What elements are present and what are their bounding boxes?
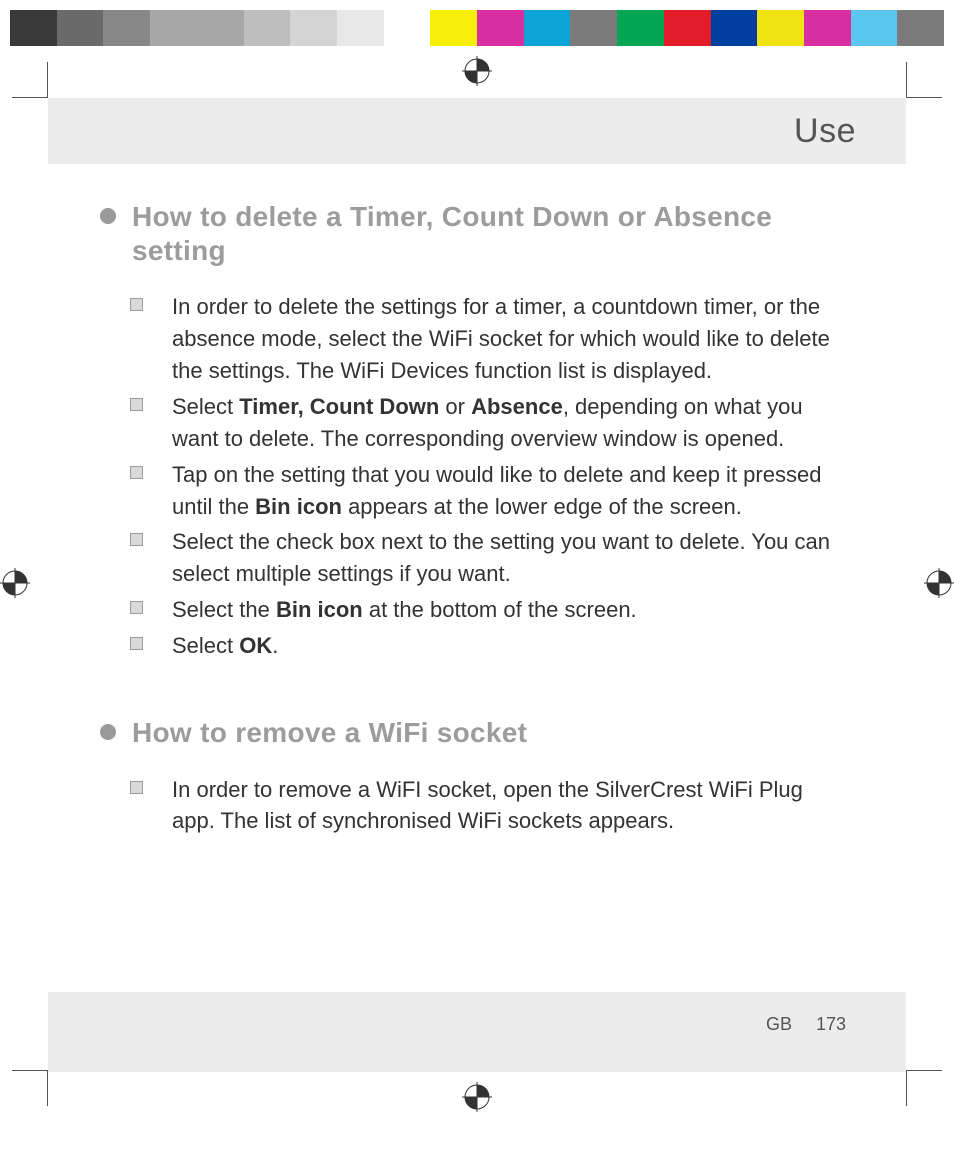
list-item: Select the check box next to the setting… — [130, 526, 846, 590]
registration-mark-right — [924, 568, 954, 598]
color-swatch — [10, 10, 57, 46]
color-swatch — [150, 10, 197, 46]
color-swatch — [430, 10, 477, 46]
step-text: Select OK. — [172, 633, 278, 658]
step-text: Select the Bin icon at the bottom of the… — [172, 597, 637, 622]
page-content: Use How to delete a Timer, Count Down or… — [48, 98, 906, 1072]
page-body: How to delete a Timer, Count Down or Abs… — [48, 164, 906, 837]
step-text: In order to delete the settings for a ti… — [172, 294, 830, 383]
color-swatch — [477, 10, 524, 46]
section-heading-2: How to remove a WiFi socket — [100, 716, 846, 750]
list-item: Select Timer, Count Down or Absence, dep… — [130, 391, 846, 455]
bullet-dot-icon — [100, 208, 116, 224]
color-swatch — [290, 10, 337, 46]
step-list-1: In order to delete the settings for a ti… — [130, 291, 846, 662]
color-swatch — [384, 10, 431, 46]
step-text: In order to remove a WiFI socket, open t… — [172, 777, 803, 834]
page-footer: GB 173 — [48, 992, 906, 1072]
color-swatch — [897, 10, 944, 46]
color-swatch — [757, 10, 804, 46]
color-swatch — [664, 10, 711, 46]
registration-mark-bottom — [462, 1082, 492, 1112]
section-title: How to remove a WiFi socket — [132, 716, 527, 750]
list-item: Select OK. — [130, 630, 846, 662]
footer-lang: GB — [766, 1014, 792, 1035]
crop-mark-bottom-right — [906, 1070, 942, 1106]
square-bullet-icon — [130, 781, 143, 794]
registration-mark-left — [0, 568, 30, 598]
section-heading-1: How to delete a Timer, Count Down or Abs… — [100, 200, 846, 267]
color-swatch — [244, 10, 291, 46]
section-title: How to delete a Timer, Count Down or Abs… — [132, 200, 846, 267]
list-item: In order to remove a WiFI socket, open t… — [130, 774, 846, 838]
color-calibration-bar — [10, 10, 944, 46]
color-swatch — [804, 10, 851, 46]
crop-mark-top-left — [12, 62, 48, 98]
registration-mark-top — [462, 56, 492, 86]
list-item: Select the Bin icon at the bottom of the… — [130, 594, 846, 626]
crop-mark-bottom-left — [12, 1070, 48, 1106]
list-item: In order to delete the settings for a ti… — [130, 291, 846, 387]
page-title: Use — [794, 112, 856, 151]
page-header: Use — [48, 98, 906, 164]
square-bullet-icon — [130, 466, 143, 479]
step-text: Select the check box next to the setting… — [172, 529, 830, 586]
footer-page-number: 173 — [816, 1014, 846, 1035]
square-bullet-icon — [130, 298, 143, 311]
square-bullet-icon — [130, 398, 143, 411]
step-text: Select Timer, Count Down or Absence, dep… — [172, 394, 803, 451]
color-swatch — [711, 10, 758, 46]
square-bullet-icon — [130, 533, 143, 546]
color-swatch — [197, 10, 244, 46]
color-swatch — [851, 10, 898, 46]
color-swatch — [103, 10, 150, 46]
bullet-dot-icon — [100, 724, 116, 740]
list-item: Tap on the setting that you would like t… — [130, 459, 846, 523]
crop-mark-top-right — [906, 62, 942, 98]
color-swatch — [570, 10, 617, 46]
step-text: Tap on the setting that you would like t… — [172, 462, 821, 519]
step-list-2: In order to remove a WiFI socket, open t… — [130, 774, 846, 838]
color-swatch — [524, 10, 571, 46]
square-bullet-icon — [130, 637, 143, 650]
color-swatch — [617, 10, 664, 46]
color-swatch — [337, 10, 384, 46]
color-swatch — [57, 10, 104, 46]
square-bullet-icon — [130, 601, 143, 614]
